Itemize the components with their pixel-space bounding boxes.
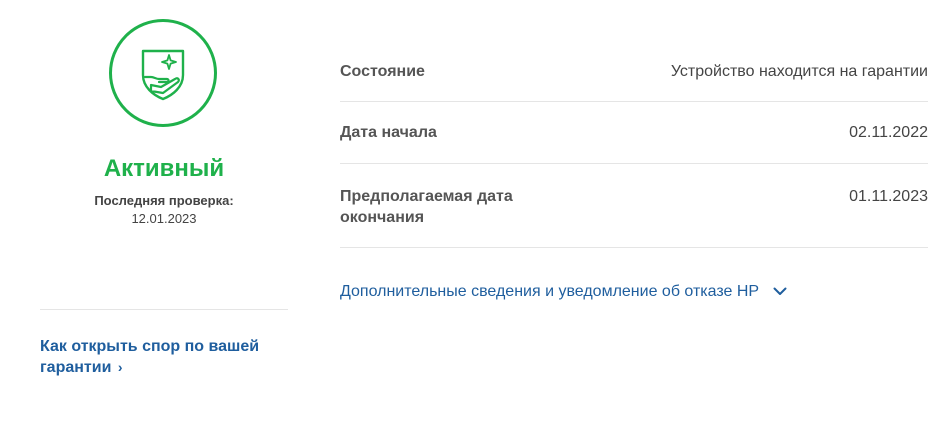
row-label: Дата начала	[340, 124, 437, 141]
more-info-toggle[interactable]: Дополнительные сведения и уведомление об…	[340, 283, 787, 301]
status-circle	[109, 19, 217, 127]
row-value: Устройство находится на гарантии	[670, 63, 928, 80]
row-label: Предполагаемая дата окончания	[340, 188, 513, 226]
table-row: Дата начала 02.11.2022	[340, 102, 928, 164]
warranty-status-panel: Активный Последняя проверка: 12.01.2023 …	[40, 0, 288, 433]
row-label: Состояние	[340, 63, 425, 80]
row-value: 02.11.2022	[849, 124, 928, 141]
more-info-label: Дополнительные сведения и уведомление об…	[340, 283, 760, 300]
dispute-warranty-link[interactable]: Как открыть спор по вашей гарантии ›	[40, 336, 288, 378]
chevron-down-icon	[773, 283, 787, 301]
table-row: Состояние Устройство находится на гарант…	[340, 40, 928, 102]
chevron-right-icon: ›	[117, 359, 123, 375]
shield-hand-sparkle-icon	[141, 49, 185, 101]
dispute-link-label: Как открыть спор по вашей гарантии	[40, 338, 260, 376]
warranty-status-text: Активный	[103, 155, 225, 182]
table-row: Предполагаемая дата окончания 01.11.2023	[340, 164, 928, 248]
last-check-date: 12.01.2023	[131, 211, 197, 226]
row-value: 01.11.2023	[849, 188, 928, 205]
divider	[40, 309, 288, 310]
last-check-label: Последняя проверка:	[94, 193, 234, 208]
warranty-details-table: Состояние Устройство находится на гарант…	[340, 40, 928, 248]
